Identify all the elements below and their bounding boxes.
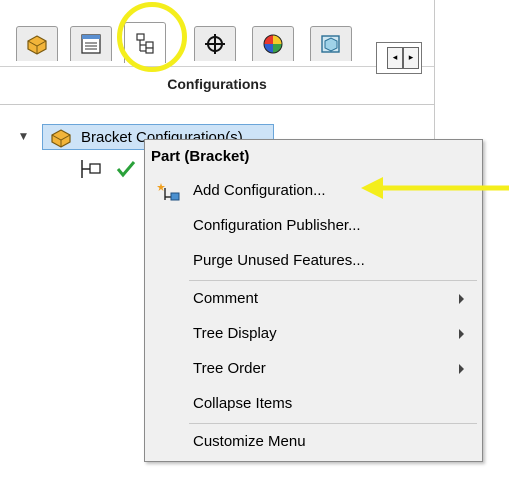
menu-item-label: Comment (193, 290, 259, 307)
menu-item-label: Tree Display (193, 325, 277, 342)
divider (0, 104, 434, 105)
propertymanager-tab[interactable] (70, 26, 112, 61)
callout-arrow-icon (361, 177, 509, 199)
green-check-icon (116, 161, 136, 178)
highlight-circle (117, 2, 187, 72)
scroll-right-button[interactable]: ▸ (403, 47, 419, 69)
collapse-arrow-icon[interactable]: ▼ (20, 132, 27, 142)
appearance-tab[interactable] (252, 26, 294, 61)
menu-item-customize-menu[interactable]: Customize Menu (145, 426, 482, 458)
menu-separator (189, 280, 477, 281)
dimxpert-tab[interactable] (194, 26, 236, 61)
featuremanager-tab[interactable] (16, 26, 58, 61)
display-manager-icon (321, 35, 340, 53)
configuration-icon[interactable] (78, 158, 104, 180)
submenu-arrow-icon (459, 329, 464, 339)
context-menu-header: Part (Bracket) (151, 148, 250, 165)
submenu-arrow-icon (459, 294, 464, 304)
appearance-ball-icon (263, 34, 283, 54)
menu-item-label: Purge Unused Features... (193, 252, 365, 269)
menu-item-label: Customize Menu (193, 433, 306, 450)
menu-item-label: Add Configuration... (193, 182, 326, 199)
add-configuration-icon (157, 183, 180, 201)
panel-title: Configurations (167, 76, 267, 92)
menu-item-label: Collapse Items (193, 395, 293, 412)
menu-item-tree-order[interactable]: Tree Order (145, 353, 482, 385)
menu-item-tree-display[interactable]: Tree Display (145, 318, 482, 350)
crosshair-icon (205, 34, 225, 54)
display-tab[interactable] (310, 26, 352, 61)
menu-item-configuration-publisher[interactable]: Configuration Publisher... (145, 210, 482, 242)
manager-tab-bar: ◂ ▸ (0, 14, 434, 74)
part-icon (51, 129, 71, 148)
submenu-arrow-icon (459, 364, 464, 374)
menu-item-comment[interactable]: Comment (145, 283, 482, 315)
part-icon (27, 35, 47, 55)
menu-item-label: Tree Order (193, 360, 266, 377)
menu-item-purge-unused-features[interactable]: Purge Unused Features... (145, 245, 482, 277)
menu-separator (189, 423, 477, 424)
menu-item-collapse-items[interactable]: Collapse Items (145, 388, 482, 420)
scroll-left-button[interactable]: ◂ (387, 47, 403, 69)
tab-scroll-control: ◂ ▸ (376, 42, 422, 74)
menu-item-label: Configuration Publisher... (193, 217, 361, 234)
property-list-icon (81, 34, 101, 54)
